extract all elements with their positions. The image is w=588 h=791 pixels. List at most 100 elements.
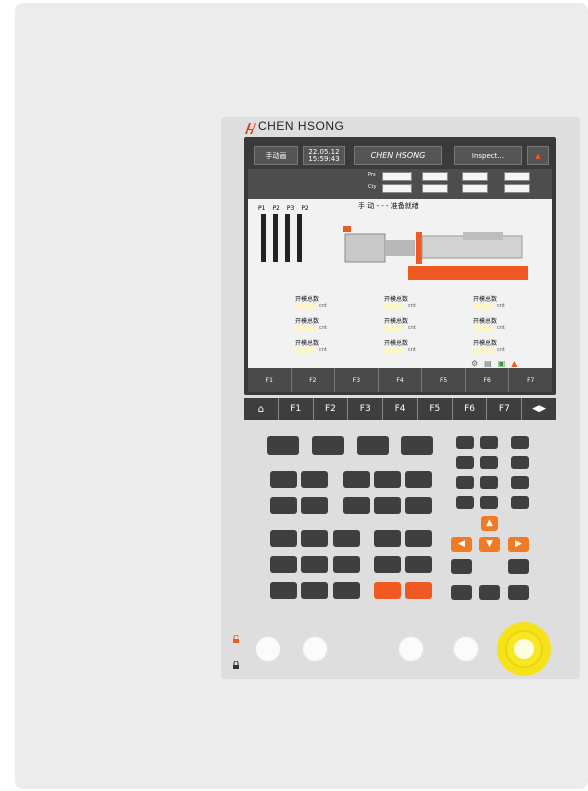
f1-key[interactable]: F1 — [279, 398, 314, 420]
operation-key[interactable] — [405, 530, 432, 547]
monitor-icon[interactable]: ▣ — [498, 359, 506, 368]
highlight-key[interactable] — [405, 582, 432, 599]
screen-top-bar: 手动画 22.05.12 15:59:43 CHEN HSONG Inspect… — [248, 141, 552, 169]
brand-name: CHEN HSONG — [258, 119, 345, 133]
counter-value — [473, 347, 493, 353]
operation-key[interactable] — [301, 530, 328, 547]
layers-icon[interactable]: ▤ — [484, 359, 492, 368]
operation-key[interactable] — [270, 556, 297, 573]
softkey-4[interactable]: F4 — [379, 368, 423, 392]
f2-key[interactable]: F2 — [314, 398, 349, 420]
emergency-stop-button[interactable] — [497, 622, 551, 676]
number-key[interactable] — [480, 456, 498, 469]
operation-key[interactable] — [270, 530, 297, 547]
operation-key[interactable] — [508, 559, 529, 574]
operation-key[interactable] — [301, 556, 328, 573]
screen-logo: CHEN HSONG — [354, 146, 442, 165]
number-key[interactable] — [480, 496, 498, 509]
round-button[interactable] — [255, 636, 281, 662]
counter-label: 开模总数 — [473, 340, 498, 347]
enter-key[interactable] — [511, 496, 529, 509]
operation-key[interactable] — [270, 582, 297, 599]
f7-key[interactable]: F7 — [487, 398, 523, 420]
operation-key[interactable] — [270, 497, 297, 514]
counter-label: 开模总数 — [295, 340, 320, 347]
operation-key[interactable] — [333, 582, 360, 599]
f5-key[interactable]: F5 — [418, 398, 453, 420]
number-key[interactable] — [511, 476, 529, 489]
operation-key[interactable] — [451, 559, 472, 574]
operation-key[interactable] — [343, 471, 370, 488]
user-button[interactable]: Inspect... — [454, 146, 522, 165]
number-key[interactable] — [456, 456, 474, 469]
operation-key[interactable] — [405, 471, 432, 488]
operation-key[interactable] — [479, 585, 500, 600]
counter-unit: cnt — [497, 303, 505, 309]
operation-key[interactable] — [301, 582, 328, 599]
arrow-down-key[interactable]: ▼ — [479, 537, 500, 552]
operation-key[interactable] — [508, 585, 529, 600]
function-key[interactable] — [267, 436, 299, 455]
function-key[interactable] — [401, 436, 433, 455]
softkey-bar: F1 F2 F3 F4 F5 F6 F7 — [248, 368, 552, 392]
counter-label: 开模总数 — [473, 296, 498, 303]
operation-key[interactable] — [405, 556, 432, 573]
home-key[interactable]: ⌂ — [244, 398, 279, 420]
number-key[interactable] — [480, 476, 498, 489]
operation-key[interactable] — [374, 556, 401, 573]
counter-value — [384, 347, 404, 353]
arrow-key[interactable]: ◀▶ — [522, 398, 556, 420]
page-name-button[interactable]: 手动画 — [254, 146, 298, 165]
gauge-bar — [297, 214, 302, 262]
warning-icon[interactable]: ▲ — [511, 359, 517, 368]
gauge-label: P2 — [301, 205, 309, 212]
function-key-row: ⌂ F1 F2 F3 F4 F5 F6 F7 ◀▶ — [244, 398, 556, 420]
operation-key[interactable] — [374, 530, 401, 547]
f4-key[interactable]: F4 — [383, 398, 418, 420]
operation-key[interactable] — [333, 556, 360, 573]
function-key[interactable] — [357, 436, 389, 455]
round-button[interactable] — [453, 636, 479, 662]
softkey-3[interactable]: F3 — [335, 368, 379, 392]
highlight-key[interactable] — [374, 582, 401, 599]
arrow-left-key[interactable]: ◀ — [451, 537, 472, 552]
function-key[interactable] — [312, 436, 344, 455]
operation-key[interactable] — [301, 497, 328, 514]
status-field — [504, 184, 530, 193]
gauge-bar — [273, 214, 278, 262]
number-key[interactable] — [511, 436, 529, 449]
operation-key[interactable] — [301, 471, 328, 488]
number-key[interactable] — [480, 436, 498, 449]
number-key[interactable] — [511, 456, 529, 469]
operation-key[interactable] — [374, 471, 401, 488]
round-button[interactable] — [302, 636, 328, 662]
counter-value — [384, 325, 404, 331]
arrow-up-key[interactable]: ▲ — [481, 516, 498, 531]
number-key[interactable] — [456, 476, 474, 489]
counter-value — [473, 325, 493, 331]
emergency-stop-center — [514, 639, 534, 659]
f3-key[interactable]: F3 — [348, 398, 384, 420]
alarm-icon[interactable]: ▲ — [527, 146, 549, 165]
status-field — [422, 184, 448, 193]
softkey-1[interactable]: F1 — [248, 368, 292, 392]
softkey-5[interactable]: F5 — [422, 368, 466, 392]
softkey-6[interactable]: F6 — [466, 368, 510, 392]
clear-key[interactable] — [456, 496, 474, 509]
softkey-2[interactable]: F2 — [292, 368, 336, 392]
softkey-7[interactable]: F7 — [509, 368, 552, 392]
operation-key[interactable] — [343, 497, 370, 514]
operation-key[interactable] — [405, 497, 432, 514]
f6-key[interactable]: F6 — [453, 398, 488, 420]
quick-icons: ⚙ ▤ ▣ ▲ — [471, 359, 517, 368]
arrow-right-key[interactable]: ▶ — [508, 537, 529, 552]
counter-unit: cnt — [497, 347, 505, 353]
operation-key[interactable] — [270, 471, 297, 488]
settings-icon[interactable]: ⚙ — [471, 359, 478, 368]
operation-key[interactable] — [374, 497, 401, 514]
operation-key[interactable] — [451, 585, 472, 600]
status-field — [382, 172, 412, 181]
number-key[interactable] — [456, 436, 474, 449]
round-button[interactable] — [398, 636, 424, 662]
operation-key[interactable] — [333, 530, 360, 547]
